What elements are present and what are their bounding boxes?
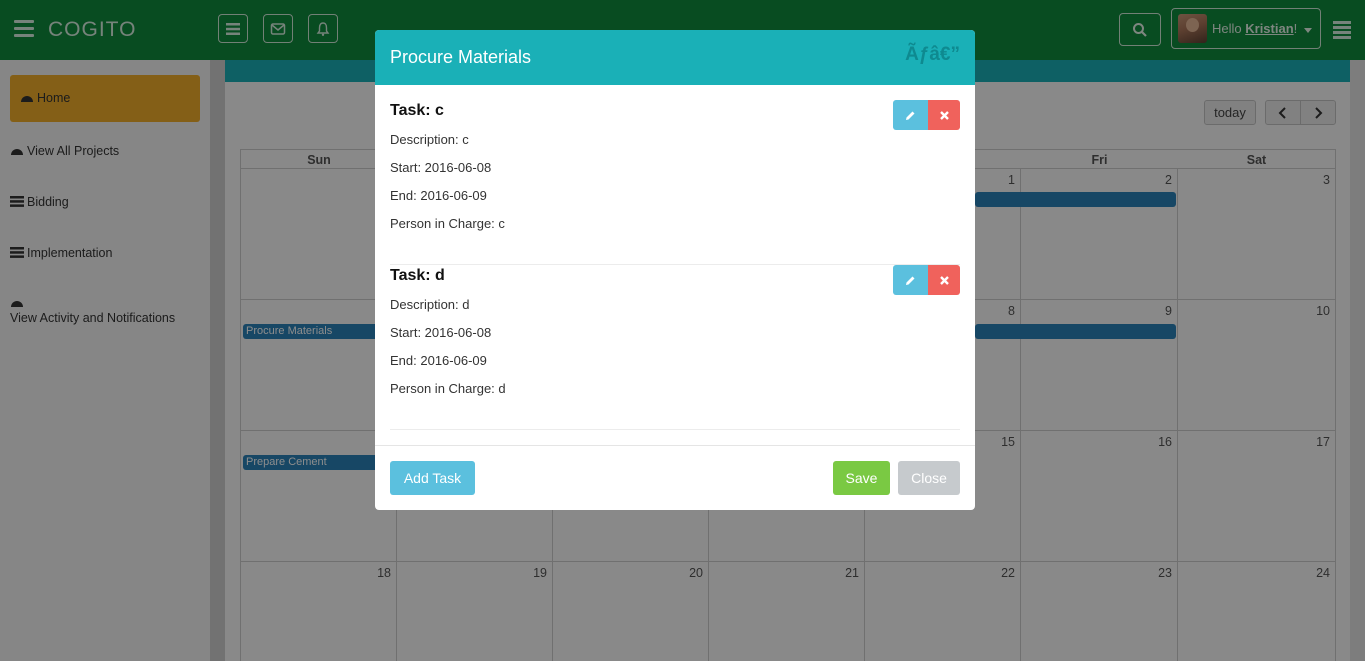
add-task-button[interactable]: Add Task [390, 461, 475, 495]
task-item: Task: c Description: c Start: 2016-06-08… [390, 102, 960, 244]
task-start: Start: 2016-06-08 [390, 160, 492, 175]
task-title: Task: c [390, 102, 444, 119]
close-button[interactable]: Close [898, 461, 960, 495]
close-icon [939, 275, 949, 285]
close-icon [939, 110, 949, 120]
edit-task-button[interactable] [893, 100, 928, 130]
save-button[interactable]: Save [833, 461, 890, 495]
task-modal: Procure Materials Ãƒâ€” Task: c Descript… [375, 30, 975, 510]
task-person: Person in Charge: c [390, 216, 505, 231]
modal-header: Procure Materials Ãƒâ€” [375, 30, 975, 85]
task-person: Person in Charge: d [390, 381, 506, 396]
task-end: End: 2016-06-09 [390, 188, 487, 203]
delete-task-button[interactable] [928, 100, 960, 130]
edit-task-button[interactable] [893, 265, 928, 295]
task-divider [390, 429, 960, 430]
delete-task-button[interactable] [928, 265, 960, 295]
task-end: End: 2016-06-09 [390, 353, 487, 368]
task-description: Description: d [390, 297, 470, 312]
task-start: Start: 2016-06-08 [390, 325, 492, 340]
pencil-icon [906, 276, 915, 285]
modal-close-icon[interactable]: Ãƒâ€” [905, 44, 960, 66]
task-description: Description: c [390, 132, 469, 147]
modal-footer: Add Task Save Close [375, 445, 975, 510]
task-title: Task: d [390, 267, 445, 284]
modal-title: Procure Materials [390, 47, 532, 67]
task-item: Task: d Description: d Start: 2016-06-08… [390, 267, 960, 409]
task-divider [390, 264, 960, 265]
pencil-icon [906, 111, 915, 120]
